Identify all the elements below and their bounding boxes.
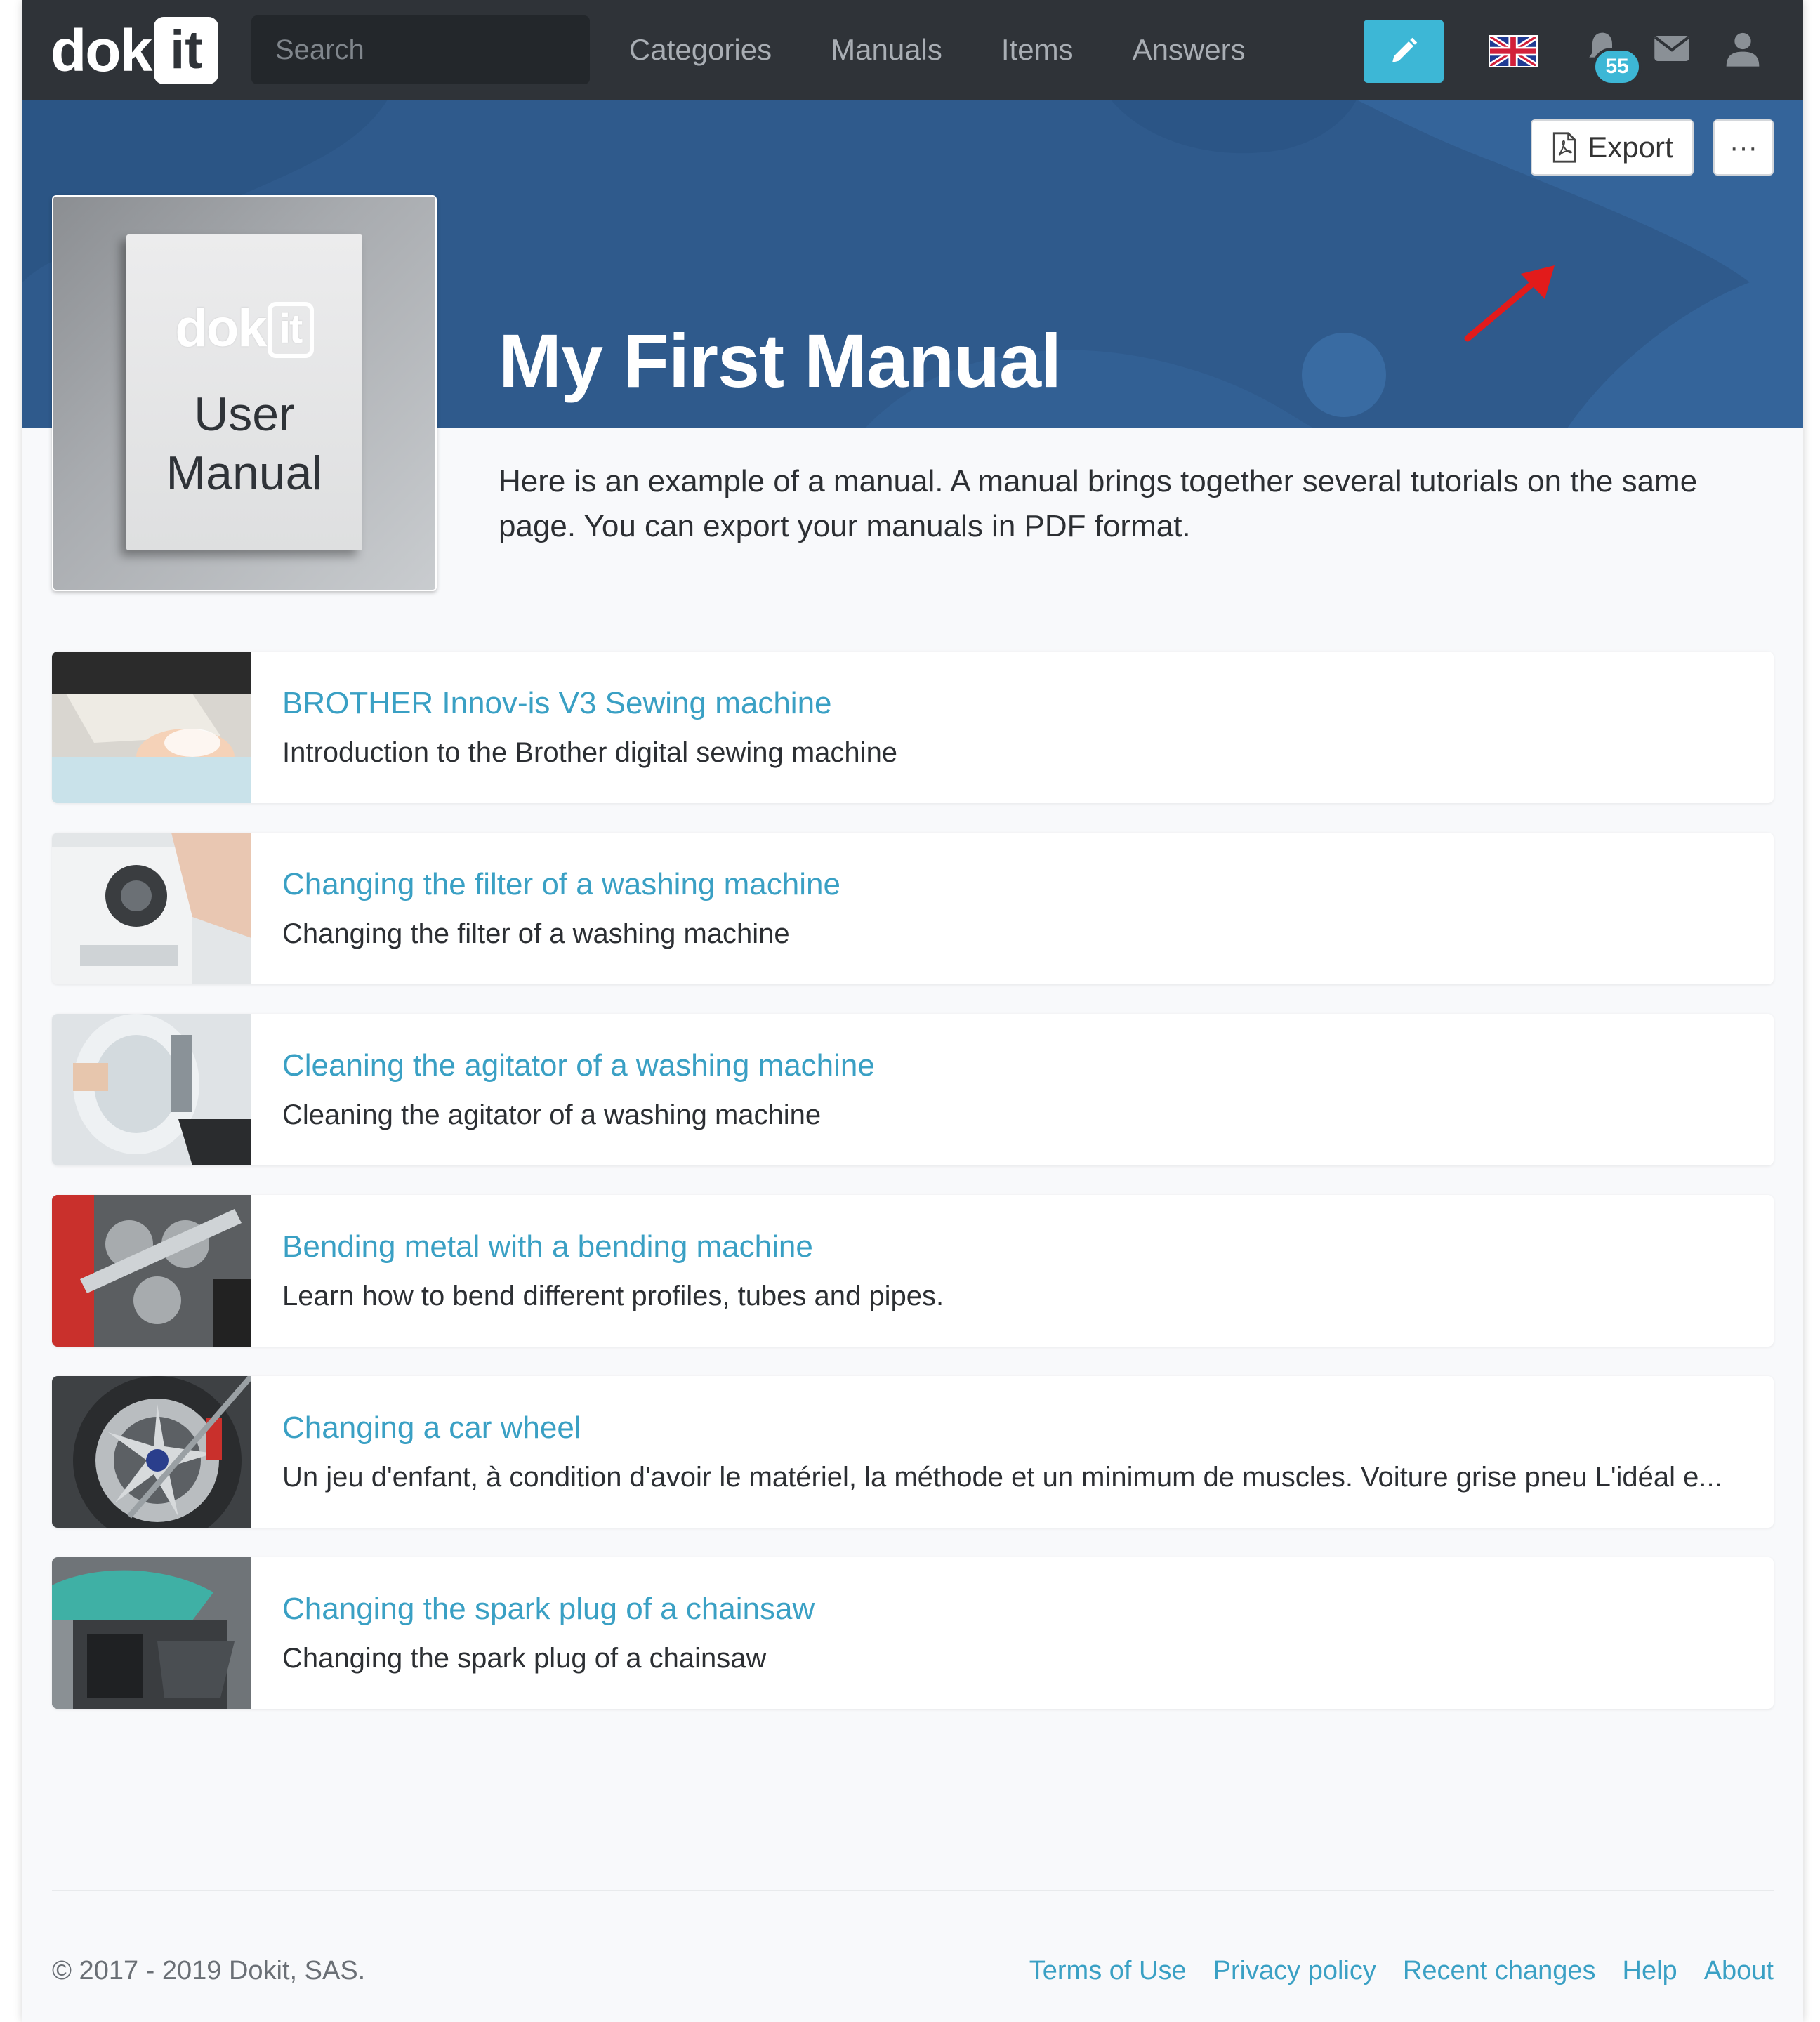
tutorial-card[interactable]: Cleaning the agitator of a washing machi… [52, 1014, 1774, 1165]
tutorial-title[interactable]: Cleaning the agitator of a washing machi… [282, 1050, 875, 1081]
cover-logo: dok it [126, 302, 362, 358]
tutorial-card[interactable]: BROTHER Innov-is V3 Sewing machine Intro… [52, 652, 1774, 803]
tutorial-description: Changing the filter of a washing machine [282, 918, 790, 949]
export-button-label: Export [1588, 131, 1673, 164]
footer-links: Terms of Use Privacy policy Recent chang… [1029, 1957, 1774, 1984]
tutorial-title[interactable]: Changing the spark plug of a chainsaw [282, 1594, 815, 1625]
logo-text: dok [51, 18, 152, 84]
tutorial-card[interactable]: Changing a car wheel Un jeu d'enfant, à … [52, 1376, 1774, 1528]
manual-description: Here is an example of a manual. A manual… [499, 464, 1698, 543]
tutorial-thumbnail-chainsaw[interactable] [52, 1557, 251, 1709]
nav-link-items[interactable]: Items [1001, 33, 1074, 67]
uk-flag-icon[interactable] [1489, 35, 1538, 67]
tutorial-thumbnail-car-wheel[interactable] [52, 1376, 251, 1528]
tutorial-card[interactable]: Changing the filter of a washing machine… [52, 833, 1774, 984]
page: dok it Categories Manuals Items Answers [22, 0, 1803, 2022]
tutorial-card[interactable]: Changing the spark plug of a chainsaw Ch… [52, 1557, 1774, 1709]
tutorial-thumbnail-sewing-machine[interactable] [52, 652, 251, 803]
pdf-file-icon [1553, 132, 1576, 163]
user-icon[interactable] [1723, 28, 1762, 69]
tutorial-title[interactable]: Changing a car wheel [282, 1413, 581, 1443]
nav-link-categories[interactable]: Categories [629, 33, 772, 67]
main-nav: Categories Manuals Items Answers [629, 0, 1246, 100]
tutorial-thumbnail-washing-agitator[interactable] [52, 1014, 251, 1165]
tutorial-description: Cleaning the agitator of a washing machi… [282, 1099, 822, 1130]
tutorial-description: Learn how to bend different profiles, tu… [282, 1281, 944, 1311]
red-arrow-annotation [1464, 265, 1555, 342]
pencil-icon [1392, 37, 1418, 62]
footer-link-terms[interactable]: Terms of Use [1029, 1957, 1187, 1984]
edit-button[interactable] [1364, 20, 1444, 83]
tutorial-title[interactable]: BROTHER Innov-is V3 Sewing machine [282, 688, 832, 719]
tutorial-thumbnail-washing-filter[interactable] [52, 833, 251, 984]
footer-link-help[interactable]: Help [1623, 1957, 1677, 1984]
nav-link-manuals[interactable]: Manuals [831, 33, 942, 67]
footer-link-privacy[interactable]: Privacy policy [1213, 1957, 1376, 1984]
footer-copyright: © 2017 - 2019 Dokit, SAS. [52, 1956, 366, 1985]
cover-logo-text: dok [175, 298, 267, 358]
tutorial-card[interactable]: Bending metal with a bending machine Lea… [52, 1195, 1774, 1347]
dokit-logo[interactable]: dok it [51, 17, 219, 84]
tutorial-description: Introduction to the Brother digital sewi… [282, 737, 898, 768]
more-options-button[interactable]: ··· [1713, 119, 1774, 176]
cover-title: User Manual [126, 385, 362, 503]
cover-logo-badge: it [267, 302, 314, 358]
tutorial-list: BROTHER Innov-is V3 Sewing machine Intro… [52, 652, 1774, 1738]
logo-badge: it [154, 17, 219, 84]
footer-link-recent-changes[interactable]: Recent changes [1403, 1957, 1596, 1984]
tutorial-description: Changing the spark plug of a chainsaw [282, 1643, 767, 1674]
search-box [251, 15, 637, 84]
tutorial-title[interactable]: Changing the filter of a washing machine [282, 869, 840, 900]
footer-divider [52, 1890, 1774, 1891]
cover-title-line-2: Manual [166, 447, 323, 500]
cover-title-line-1: User [194, 388, 295, 441]
tutorial-description: Un jeu d'enfant, à condition d'avoir le … [282, 1462, 1722, 1493]
manual-title: My First Manual [499, 318, 1062, 403]
nav-link-answers[interactable]: Answers [1133, 33, 1246, 67]
search-input[interactable] [275, 34, 637, 66]
manual-cover-image: dok it User Manual [52, 195, 437, 591]
notification-badge: 55 [1592, 48, 1642, 86]
tutorial-title[interactable]: Bending metal with a bending machine [282, 1231, 813, 1262]
export-pdf-button[interactable]: Export [1531, 119, 1694, 176]
cover-book: dok it User Manual [126, 234, 362, 550]
envelope-icon[interactable] [1653, 32, 1691, 65]
footer-link-about[interactable]: About [1704, 1957, 1774, 1984]
tutorial-thumbnail-bending-machine[interactable] [52, 1195, 251, 1347]
top-navbar: dok it Categories Manuals Items Answers [22, 0, 1803, 100]
